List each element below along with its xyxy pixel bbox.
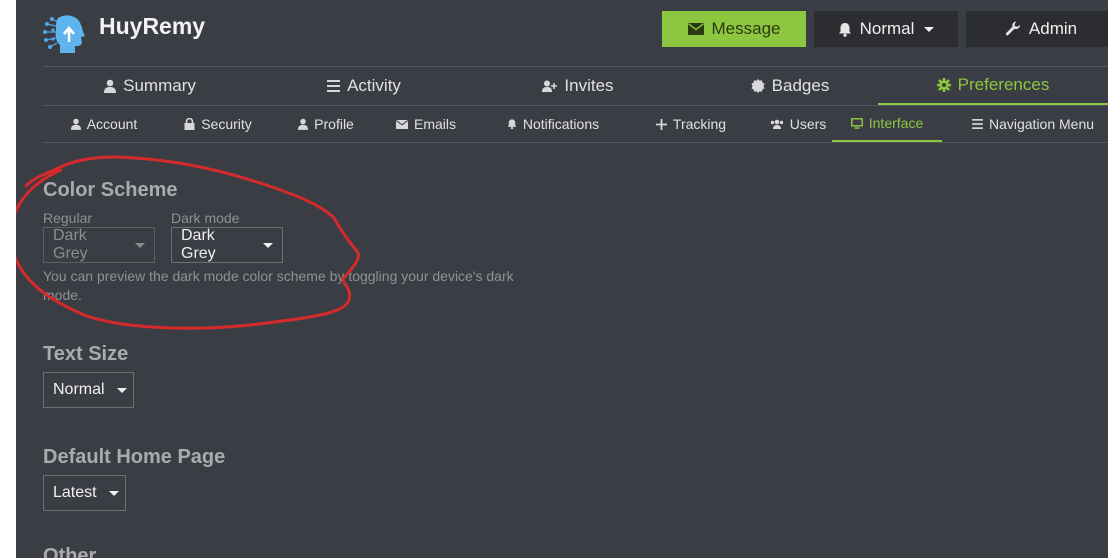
chevron-down-icon [263,242,273,248]
username: HuyRemy [99,13,206,39]
bell-icon [507,119,517,130]
admin-button-label: Admin [1028,19,1078,38]
tab-label: Activity [347,76,401,95]
lock-icon [184,118,195,130]
tab-activity[interactable]: Activity [257,67,471,105]
user-icon [104,79,117,93]
subtab-emails[interactable]: Emails [381,106,471,142]
user-icon [70,118,81,130]
other-title: Other [43,545,97,558]
users-icon [770,119,783,129]
tab-badges[interactable]: Badges [685,67,895,105]
subtab-account[interactable]: Account [49,106,159,142]
subtab-label: Notifications [522,116,600,132]
desktop-icon [850,117,863,129]
subtab-notifications[interactable]: Notifications [483,106,623,142]
bell-icon [838,22,851,37]
text-size-value: Normal [53,381,105,398]
default-home-page-title: Default Home Page [43,446,226,468]
subtab-label: Users [789,116,827,132]
message-button-label: Message [711,19,781,38]
wrench-icon [1005,21,1020,36]
subtab-users[interactable]: Users [758,106,838,142]
dark-mode-scheme-value: Dark Grey [181,227,216,262]
chevron-down-icon [116,387,127,393]
cog-icon [936,78,951,92]
default-home-page-select[interactable]: Latest [43,475,126,511]
color-scheme-help-text: You can preview the dark mode color sche… [43,268,514,303]
subtab-profile[interactable]: Profile [281,106,371,142]
divider [43,142,1108,143]
envelope-icon [395,119,408,129]
subtab-interface[interactable]: Interface [832,106,942,142]
subtab-label: Navigation Menu [988,116,1095,132]
subtab-label: Tracking [672,116,727,132]
subtab-label: Interface [868,115,924,131]
notification-level-value: Normal [859,19,915,38]
tab-preferences[interactable]: Preferences [878,67,1108,105]
site-logo-icon[interactable] [42,12,86,56]
tab-label: Invites [564,76,614,95]
chevron-down-icon [135,242,145,248]
tab-label: Summary [123,76,196,95]
plus-icon [655,118,667,130]
subtab-tracking[interactable]: Tracking [636,106,746,142]
subtab-label: Profile [314,116,354,132]
tab-invites[interactable]: Invites [471,67,685,105]
list-icon [327,80,341,92]
main-nav: Summary Activity Invites Badges Preferen… [43,67,1108,105]
preferences-sub-nav: Account Security Profile Emails Notifica… [43,106,1108,142]
subtab-security[interactable]: Security [168,106,268,142]
chevron-down-icon [108,490,119,496]
bars-icon [972,119,983,129]
preferences-interface-page: HuyRemy Message Normal Admin Summary Act… [16,0,1108,558]
regular-scheme-label: Regular [43,210,93,226]
subtab-label: Emails [413,116,456,132]
default-home-page-value: Latest [53,484,97,501]
chevron-down-icon [924,26,935,32]
admin-button[interactable]: Admin [966,11,1108,47]
regular-scheme-select[interactable]: Dark Grey [43,227,155,263]
text-size-title: Text Size [43,343,129,365]
message-button[interactable]: Message [662,11,806,47]
envelope-icon [687,23,704,35]
subtab-label: Security [201,116,252,132]
color-scheme-title: Color Scheme [43,179,178,201]
text-size-select[interactable]: Normal [43,372,134,408]
tab-label: Badges [771,76,830,95]
tab-summary[interactable]: Summary [43,67,257,105]
regular-scheme-value: Dark Grey [53,227,88,262]
user-icon [298,118,309,130]
dark-mode-scheme-label: Dark mode [171,210,240,226]
certificate-icon [751,79,765,93]
dark-mode-scheme-select[interactable]: Dark Grey [171,227,283,263]
tab-label: Preferences [957,75,1050,94]
notification-level-dropdown[interactable]: Normal [814,11,958,47]
subtab-label: Account [86,116,138,132]
subtab-navigation-menu[interactable]: Navigation Menu [958,106,1108,142]
user-plus-icon [542,80,558,92]
